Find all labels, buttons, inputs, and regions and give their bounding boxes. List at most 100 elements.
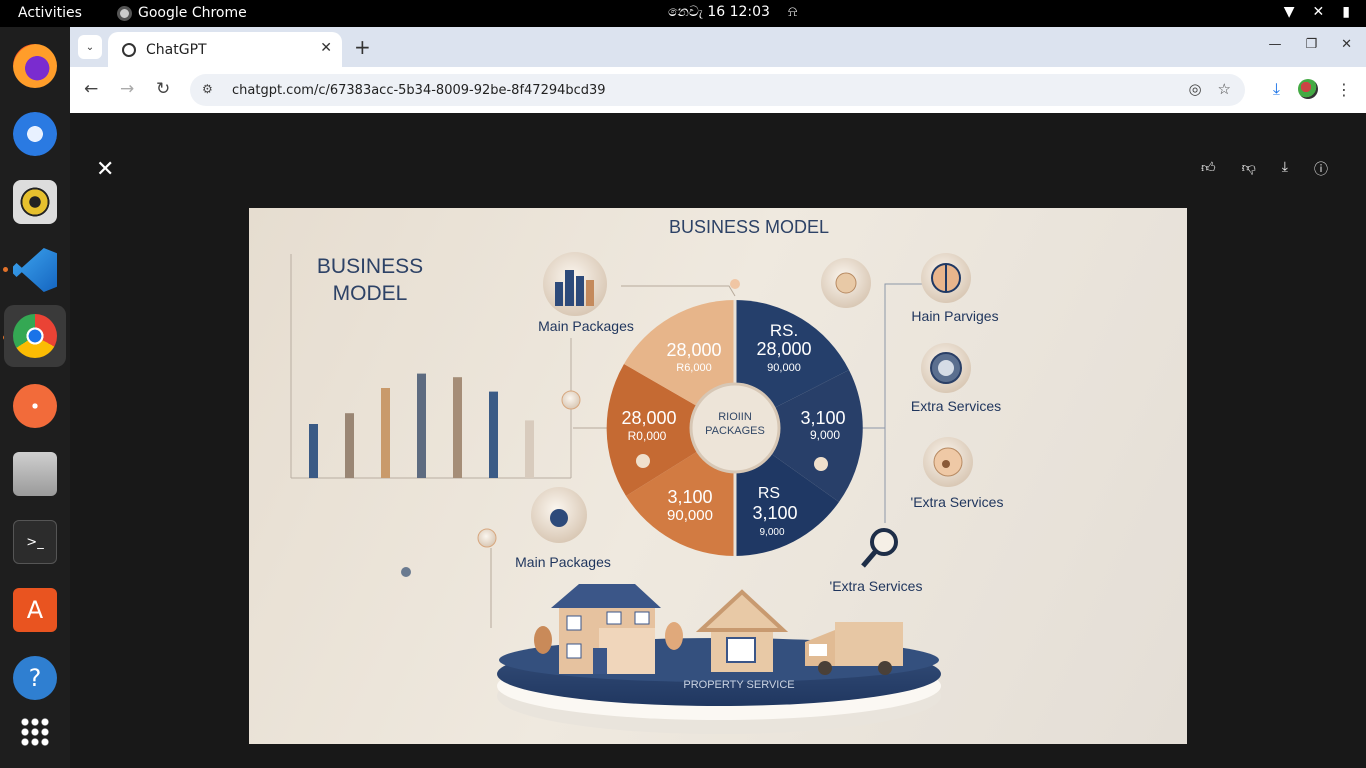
seg-top-left-big: 28,000 xyxy=(666,340,721,360)
image-viewer: ✕ 👍︎ 👎︎ ⤓ ⓘ BUSINESS MODEL BUSINESS MODE… xyxy=(70,113,1366,768)
postman-icon xyxy=(13,384,57,428)
chart-bar xyxy=(489,391,498,478)
terminal-icon: >_ xyxy=(13,520,57,564)
eye-slash-icon[interactable]: ◎ xyxy=(1188,80,1201,98)
vscode-launcher[interactable] xyxy=(10,245,60,295)
hain-parviges-badge xyxy=(921,253,971,303)
small-dot xyxy=(401,567,411,577)
close-viewer-icon[interactable]: ✕ xyxy=(96,157,114,182)
chrome-small-icon xyxy=(117,5,132,21)
seg-bottom-right-big: 3,100 xyxy=(752,503,797,523)
browser-toolbar: ← → ↻ ⚙ chatgpt.com/c/67383acc-5b34-8009… xyxy=(70,67,1366,113)
activities-button[interactable]: Activities xyxy=(18,5,82,21)
seg-top-right-line1: RS. xyxy=(770,321,798,340)
small-knob xyxy=(477,528,497,548)
dock: >_ A ? xyxy=(0,27,70,768)
volume-muted-icon: ✕ xyxy=(1312,4,1325,20)
platform-label: PROPERTY SERVICE xyxy=(683,679,794,691)
chrome-launcher[interactable] xyxy=(4,305,66,367)
left-title-line1: BUSINESS xyxy=(317,255,423,278)
system-tray[interactable]: ▼ ✕ ▮ xyxy=(1284,4,1350,20)
extra-services-badge-2 xyxy=(923,437,973,487)
close-window-button[interactable]: ✕ xyxy=(1341,37,1352,52)
terminal-launcher[interactable]: >_ xyxy=(10,517,60,567)
toolbar-right: ⤓ ⋮ xyxy=(1273,79,1352,99)
extra-services-badge-1 xyxy=(921,343,971,393)
seg-bottom-right-small: 9,000 xyxy=(759,527,784,538)
app-center-launcher[interactable]: A xyxy=(10,585,60,635)
folder-icon xyxy=(13,452,57,496)
address-bar[interactable]: ⚙ chatgpt.com/c/67383acc-5b34-8009-92be-… xyxy=(190,74,1245,106)
thumbs-up-icon[interactable]: 👍︎ xyxy=(1201,159,1216,179)
url-text[interactable]: chatgpt.com/c/67383acc-5b34-8009-92be-8f… xyxy=(232,83,606,98)
small-house xyxy=(695,589,789,672)
window-controls: — ❐ ✕ xyxy=(1268,37,1352,52)
tree xyxy=(534,626,552,654)
knob-top-center-right xyxy=(821,258,871,308)
chatgpt-favicon-icon xyxy=(122,42,136,57)
tree xyxy=(665,622,683,650)
app-store-icon: A xyxy=(13,588,57,632)
left-title-line2: MODEL xyxy=(333,282,408,305)
files-launcher[interactable] xyxy=(10,449,60,499)
chart-bar xyxy=(381,388,390,478)
tab-search-button[interactable]: ⌄ xyxy=(78,35,102,59)
thumbs-down-icon[interactable]: 👎︎ xyxy=(1242,159,1256,179)
seg-top-left-small: R6,000 xyxy=(676,362,711,374)
viewer-actions: 👍︎ 👎︎ ⤓ ⓘ xyxy=(1201,159,1328,179)
forward-button[interactable]: → xyxy=(120,79,134,99)
show-apps-button[interactable] xyxy=(10,707,60,757)
site-info-icon[interactable]: ⚙ xyxy=(202,82,218,98)
back-button[interactable]: ← xyxy=(84,79,98,99)
thunderbird-launcher[interactable] xyxy=(10,109,60,159)
firefox-launcher[interactable] xyxy=(10,41,60,91)
infographic-svg: BUSINESS MODEL BUSINESS MODEL RIOIIN PAC… xyxy=(290,217,1003,734)
wifi-icon: ▼ xyxy=(1283,4,1295,20)
seg-left-small: R0,000 xyxy=(628,429,667,443)
bookmark-star-icon[interactable]: ☆ xyxy=(1218,80,1231,98)
focused-app-name: Google Chrome xyxy=(138,5,247,21)
speaker-icon xyxy=(13,180,57,224)
battery-icon: ▮ xyxy=(1342,4,1350,20)
connector-line xyxy=(621,285,736,297)
chart-bar xyxy=(417,373,426,478)
seg-top-right-small: 90,000 xyxy=(767,362,801,374)
help-icon: ? xyxy=(13,656,57,700)
tab-close-icon[interactable]: ✕ xyxy=(320,40,332,56)
menu-kebab-icon[interactable]: ⋮ xyxy=(1336,80,1352,99)
main-packages-bottom-label: Main Packages xyxy=(515,554,611,570)
download-image-icon[interactable]: ⤓ xyxy=(1282,159,1288,179)
small-dot xyxy=(636,454,650,468)
maximize-button[interactable]: ❐ xyxy=(1305,37,1317,52)
info-icon[interactable]: ⓘ xyxy=(1314,159,1328,179)
thunderbird-icon xyxy=(13,112,57,156)
app-grid-icon xyxy=(20,717,50,747)
small-dot xyxy=(814,457,828,471)
profile-avatar[interactable] xyxy=(1298,79,1318,99)
download-icon[interactable]: ⤓ xyxy=(1273,79,1280,99)
tab-strip: ⌄ ChatGPT ✕ + — ❐ ✕ xyxy=(70,27,1366,67)
tab-title: ChatGPT xyxy=(146,41,207,58)
main-packages-top-label: Main Packages xyxy=(538,318,634,334)
main-packages-bottom-badge xyxy=(531,487,587,543)
magnifier-icon xyxy=(861,528,898,568)
new-tab-button[interactable]: + xyxy=(354,35,371,59)
postman-launcher[interactable] xyxy=(10,381,60,431)
system-top-bar: Activities Google Chrome නෙවැ 16 12:03 ⍾… xyxy=(0,0,1366,27)
tab-chatgpt[interactable]: ChatGPT ✕ xyxy=(108,32,342,67)
chart-bar xyxy=(345,413,354,478)
hain-parviges-label: Hain Parviges xyxy=(911,308,998,324)
help-launcher[interactable]: ? xyxy=(10,653,60,703)
chrome-window: ⌄ ChatGPT ✕ + — ❐ ✕ ← → ↻ ⚙ chatgpt.com/… xyxy=(70,27,1366,768)
center-line2: PACKAGES xyxy=(705,425,765,437)
seg-top-right-big: 28,000 xyxy=(756,339,811,359)
seg-bottom-left-small: 90,000 xyxy=(667,507,713,524)
reload-button[interactable]: ↻ xyxy=(156,79,170,99)
center-line1: RIOIIN xyxy=(718,411,752,423)
generated-image: BUSINESS MODEL BUSINESS MODEL RIOIIN PAC… xyxy=(249,208,1187,744)
clock[interactable]: නෙවැ 16 12:03 xyxy=(668,4,770,20)
focused-app-indicator[interactable]: Google Chrome xyxy=(117,5,247,21)
minimize-button[interactable]: — xyxy=(1268,37,1281,52)
rhythmbox-launcher[interactable] xyxy=(10,177,60,227)
seg-right-big: 3,100 xyxy=(800,408,845,428)
